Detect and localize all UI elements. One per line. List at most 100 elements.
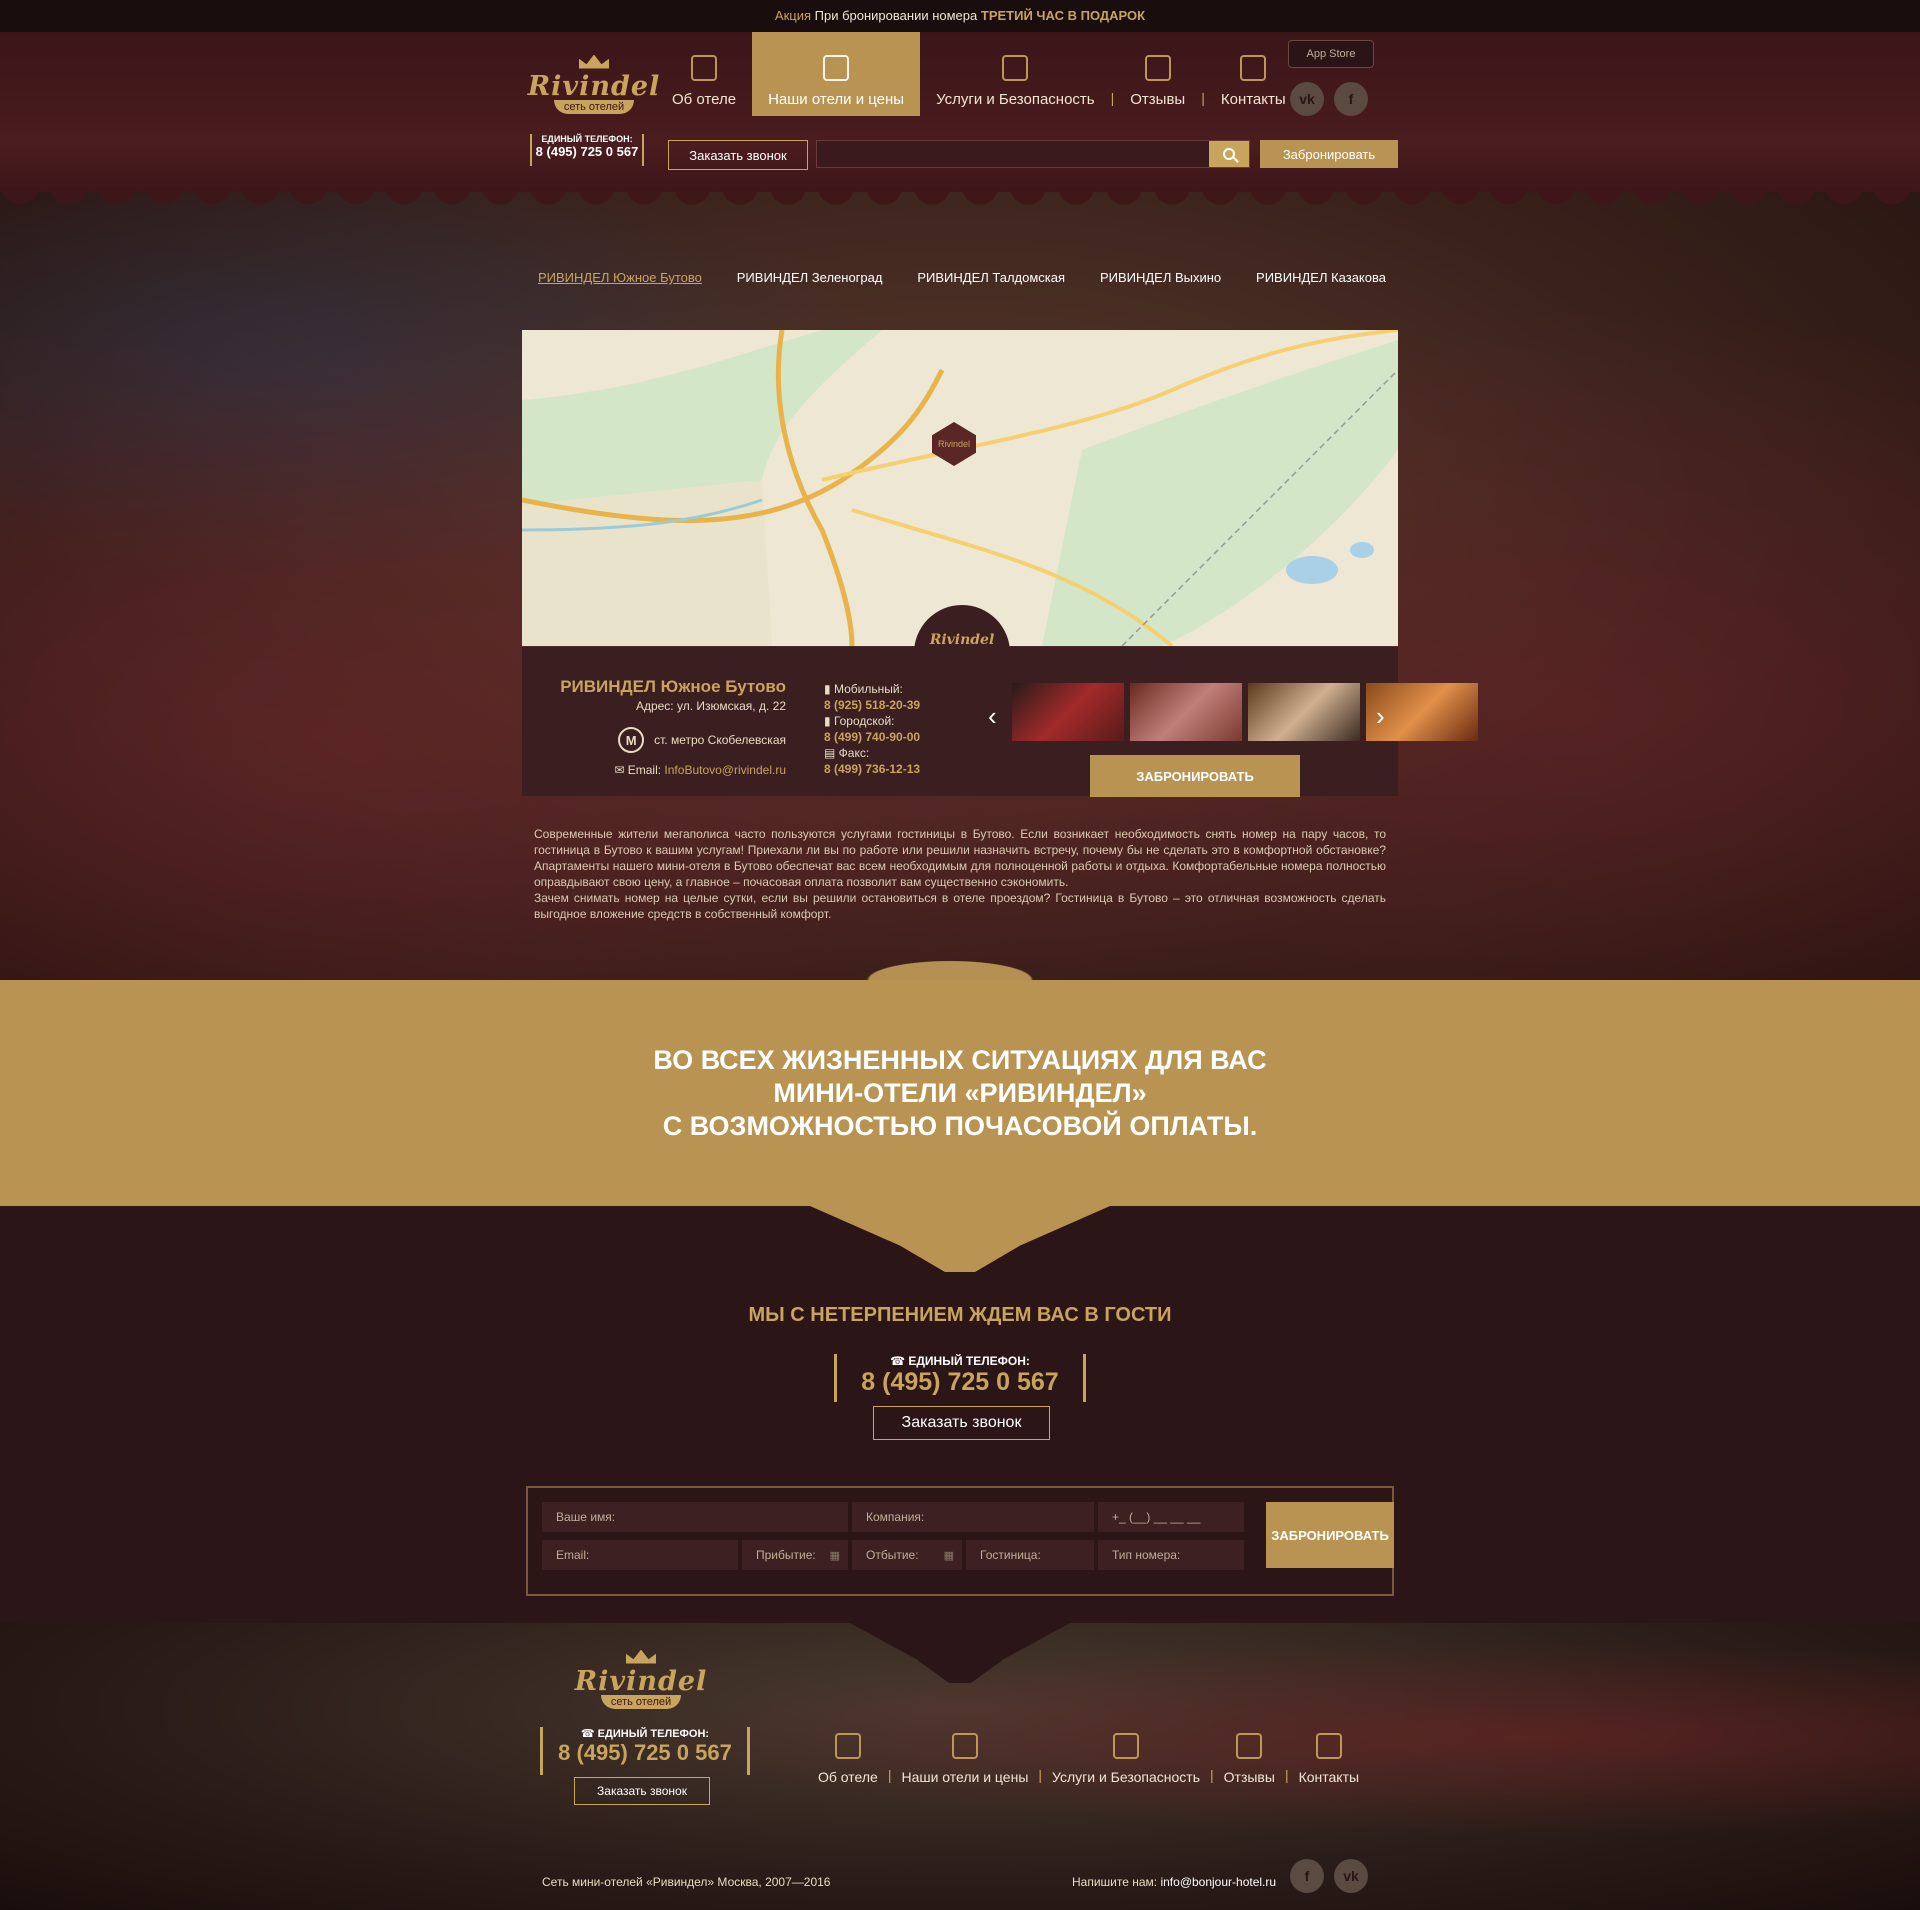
- fax-icon: ▤: [824, 746, 839, 760]
- award-icon: [1236, 1733, 1263, 1759]
- welcome-title: МЫ С НЕТЕРПЕНИЕМ ЖДЕМ ВАС В ГОСТИ: [748, 1304, 1172, 1326]
- search-bar: [816, 140, 1250, 168]
- nav-label: Отзывы: [1130, 91, 1186, 108]
- logo-wordmark: Rivindel: [527, 70, 661, 102]
- metro-label: ст. метро Скобелевская: [654, 733, 786, 747]
- chevron-left-icon[interactable]: ‹: [988, 701, 997, 732]
- map-graphic: [522, 330, 1398, 646]
- search-button[interactable]: [1209, 141, 1249, 167]
- nav-hotels[interactable]: Наши отели и цены: [891, 1733, 1038, 1793]
- write-label: Напишите нам:: [1072, 1875, 1158, 1889]
- book-button-hotel[interactable]: ЗАБРОНИРОВАТЬ: [1090, 755, 1300, 797]
- contact-phone: ☎ ЕДИНЫЙ ТЕЛЕФОН: 8 (495) 725 0 567: [834, 1354, 1086, 1402]
- phone-number[interactable]: 8 (495) 725 0 567: [543, 1740, 747, 1766]
- nav-reviews[interactable]: Отзывы: [1114, 32, 1201, 116]
- promo-bar: Акция При бронировании номера ТРЕТИЙ ЧАС…: [0, 0, 1920, 32]
- mobile-number[interactable]: 8 (925) 518-20-39: [824, 697, 920, 713]
- footer-nav: Об отеле | Наши отели и цены | Услуги и …: [808, 1723, 1369, 1793]
- location-map[interactable]: Rivindel: [522, 330, 1398, 646]
- map-icon: [1315, 1733, 1342, 1759]
- nav-services[interactable]: Услуги и Безопасность: [1042, 1733, 1210, 1793]
- promo-text: При бронировании номера: [814, 8, 978, 23]
- vk-icon[interactable]: vk: [1334, 1859, 1368, 1893]
- company-field[interactable]: Компания:: [852, 1502, 1094, 1532]
- slogan-band: ВО ВСЕХ ЖИЗНЕННЫХ СИТУАЦИЯХ ДЛЯ ВАС МИНИ…: [0, 980, 1920, 1206]
- vk-icon[interactable]: vk: [1290, 82, 1324, 116]
- form-submit-button[interactable]: ЗАБРОНИРОВАТЬ: [1266, 1502, 1394, 1568]
- city-number[interactable]: 8 (499) 740-90-00: [824, 729, 920, 745]
- phone-icon: ▮: [824, 714, 834, 728]
- nav-about[interactable]: Об отеле: [656, 32, 752, 116]
- hotel-tabs: РИВИНДЕЛ Южное Бутово РИВИНДЕЛ Зеленогра…: [522, 270, 1402, 285]
- room-photo[interactable]: [1130, 683, 1242, 741]
- call-request-button[interactable]: Заказать звонок: [873, 1406, 1050, 1440]
- write-email-link[interactable]: info@bonjour-hotel.ru: [1160, 1875, 1276, 1889]
- call-request-button[interactable]: Заказать звонок: [574, 1777, 710, 1805]
- map-icon: [1240, 55, 1267, 81]
- description-paragraph: Зачем снимать номер на целые сутки, если…: [534, 891, 1386, 921]
- room-type-field[interactable]: Тип номера:: [1098, 1540, 1244, 1570]
- departure-field[interactable]: Отбытие:: [852, 1540, 962, 1570]
- logo[interactable]: Rivindel сеть отелей: [528, 38, 659, 130]
- chevron-right-icon[interactable]: ›: [1376, 701, 1385, 732]
- email-icon: ✉: [614, 763, 625, 777]
- copyright: Сеть мини-отелей «Ривиндел» Москва, 2007…: [542, 1875, 831, 1889]
- main-nav: Об отеле Наши отели и цены Услуги и Безо…: [656, 32, 1302, 116]
- nav-label: Наши отели и цены: [901, 1769, 1029, 1785]
- header-phone: ЕДИНЫЙ ТЕЛЕФОН: 8 (495) 725 0 567: [530, 134, 644, 166]
- tab-taldomskaya[interactable]: РИВИНДЕЛ Талдомская: [901, 270, 1081, 285]
- appstore-badge[interactable]: App Store: [1288, 40, 1374, 68]
- house-icon: [834, 1733, 861, 1759]
- hotel-field[interactable]: Гостиница:: [966, 1540, 1094, 1570]
- hotel-metro: M ст. метро Скобелевская: [618, 727, 786, 753]
- room-photo[interactable]: [1248, 683, 1360, 741]
- footer-logo[interactable]: Rivindel сеть отелей: [575, 1639, 706, 1719]
- dark-ornament: [850, 1623, 1070, 1683]
- phone-icon: ☎: [890, 1354, 909, 1368]
- nav-services[interactable]: Услуги и Безопасность: [920, 32, 1111, 116]
- tab-vykhino[interactable]: РИВИНДЕЛ Выхино: [1084, 270, 1237, 285]
- hotel-info-panel: Rivindel РИВИНДЕЛ Южное Бутово Адрес: ул…: [522, 605, 1478, 797]
- room-photo[interactable]: [1012, 683, 1124, 741]
- search-icon: [1223, 148, 1235, 160]
- gold-ornament: [760, 936, 1140, 980]
- search-input[interactable]: [817, 141, 1209, 167]
- email-field[interactable]: Email:: [542, 1540, 738, 1570]
- photo-gallery: [1012, 683, 1478, 741]
- tab-zelenograd[interactable]: РИВИНДЕЛ Зеленоград: [721, 270, 899, 285]
- nav-label: Услуги и Безопасность: [1052, 1769, 1200, 1785]
- booking-form: Ваше имя: Компания: +_ (__) __ __ __ Ema…: [526, 1486, 1394, 1596]
- footer: Rivindel сеть отелей ☎ ЕДИНЫЙ ТЕЛЕФОН: 8…: [0, 1623, 1920, 1910]
- book-button-header[interactable]: Забронировать: [1260, 140, 1398, 168]
- nav-reviews[interactable]: Отзывы: [1214, 1733, 1285, 1793]
- phone-field[interactable]: +_ (__) __ __ __: [1098, 1502, 1244, 1532]
- service-icon: [1113, 1733, 1140, 1759]
- nav-hotels[interactable]: Наши отели и цены: [752, 32, 921, 116]
- nav-label: Услуги и Безопасность: [936, 91, 1095, 108]
- call-request-button[interactable]: Заказать звонок: [668, 140, 808, 170]
- gold-ornament: [810, 1206, 1110, 1272]
- email-label: Email:: [627, 763, 662, 777]
- name-field[interactable]: Ваше имя:: [542, 1502, 848, 1532]
- nav-about[interactable]: Об отеле: [808, 1733, 888, 1793]
- phone-number[interactable]: 8 (495) 725 0 567: [532, 144, 642, 159]
- phone-number[interactable]: 8 (495) 725 0 567: [837, 1368, 1083, 1397]
- header: Rivindel сеть отелей ЕДИНЫЙ ТЕЛЕФОН: 8 (…: [522, 32, 1402, 182]
- facebook-icon[interactable]: f: [1290, 1859, 1324, 1893]
- fax-number[interactable]: 8 (499) 736-12-13: [824, 761, 920, 777]
- nav-label: Контакты: [1220, 91, 1286, 108]
- nav-label: Контакты: [1298, 1769, 1360, 1785]
- arrival-field[interactable]: Прибытие:: [742, 1540, 848, 1570]
- mobile-label: Мобильный:: [833, 682, 903, 696]
- nav-label: Наши отели и цены: [768, 91, 905, 108]
- hotel-contacts: ▮ Мобильный: 8 (925) 518-20-39 ▮ Городск…: [824, 681, 920, 777]
- metro-icon: M: [618, 727, 645, 753]
- facebook-icon[interactable]: f: [1334, 82, 1368, 116]
- house-icon: [691, 55, 718, 81]
- hotel-description: Современные жители мегаполиса часто поль…: [534, 826, 1386, 922]
- footer-contact: Напишите нам: info@bonjour-hotel.ru: [1072, 1875, 1276, 1889]
- email-link[interactable]: InfoButovo@rivindel.ru: [664, 763, 786, 777]
- tab-butovo[interactable]: РИВИНДЕЛ Южное Бутово: [522, 270, 718, 285]
- tab-kazakova[interactable]: РИВИНДЕЛ Казакова: [1240, 270, 1402, 285]
- nav-contacts[interactable]: Контакты: [1289, 1733, 1369, 1793]
